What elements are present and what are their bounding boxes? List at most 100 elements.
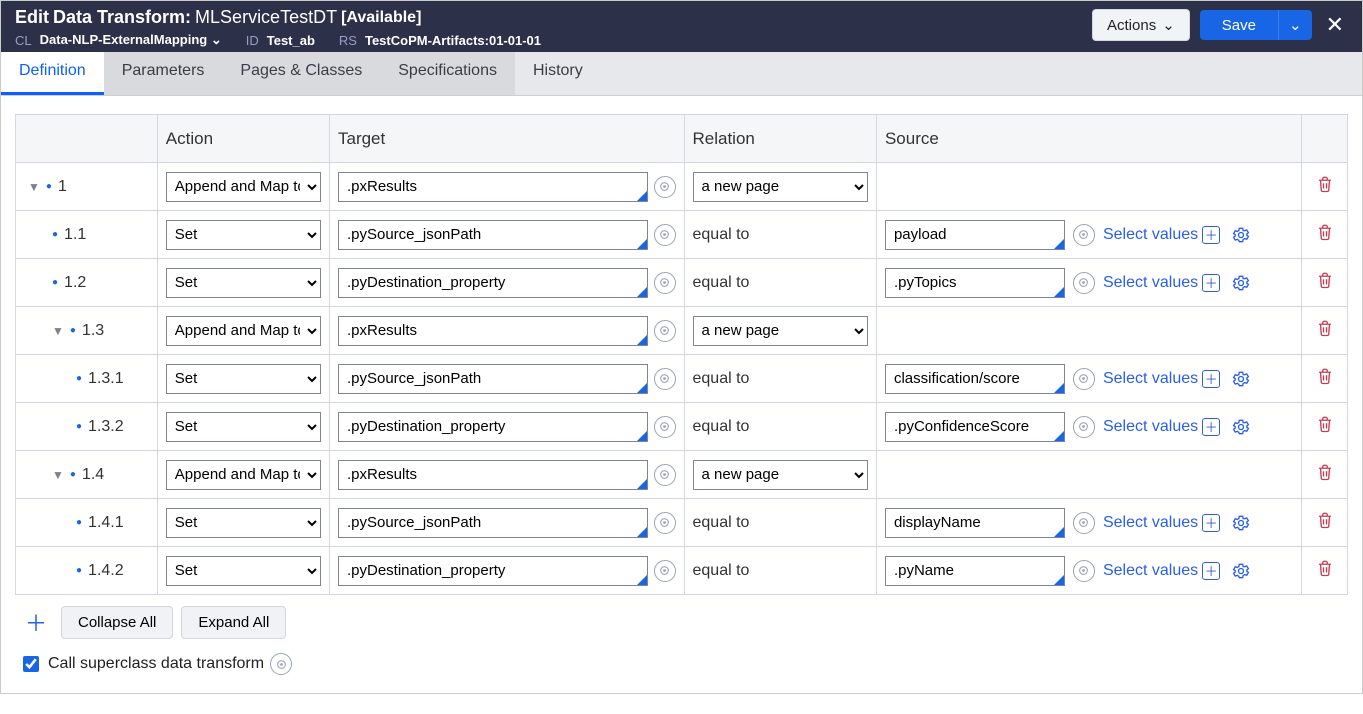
- trash-icon[interactable]: [1316, 466, 1334, 485]
- source-input[interactable]: [892, 509, 1058, 537]
- step-row: ●1.1Append and Map toSetequal toSelect v…: [16, 211, 1348, 259]
- expand-all-button[interactable]: Expand All: [181, 606, 286, 639]
- gear-icon[interactable]: [1228, 222, 1254, 248]
- step-row: ●1.4.2Append and Map toSetequal toSelect…: [16, 547, 1348, 595]
- action-select[interactable]: Append and Map toSet: [166, 508, 321, 538]
- rs-value: TestCoPM-Artifacts:01-01-01: [365, 33, 541, 48]
- relation-text: equal to: [693, 562, 750, 579]
- relation-text: equal to: [693, 226, 750, 243]
- collapse-all-button[interactable]: Collapse All: [61, 606, 173, 639]
- target-icon[interactable]: [654, 176, 676, 198]
- tab-pages-classes[interactable]: Pages & Classes: [222, 52, 380, 95]
- tab-history[interactable]: History: [515, 52, 601, 95]
- target-icon[interactable]: [654, 224, 676, 246]
- target-input[interactable]: [345, 221, 641, 249]
- add-step-button[interactable]: ＋: [19, 605, 53, 639]
- source-input[interactable]: [892, 221, 1058, 249]
- action-select[interactable]: Append and Map toSet: [166, 412, 321, 442]
- trash-icon[interactable]: [1316, 274, 1334, 293]
- target-icon[interactable]: [654, 368, 676, 390]
- actions-button[interactable]: Actions ⌄: [1092, 9, 1190, 41]
- target-icon[interactable]: [1073, 416, 1095, 438]
- target-icon[interactable]: [1073, 224, 1095, 246]
- select-values-link[interactable]: Select values ＋: [1103, 418, 1220, 436]
- target-input-wrap: [338, 172, 648, 202]
- target-icon[interactable]: [654, 560, 676, 582]
- action-select[interactable]: Append and Map toSet: [166, 364, 321, 394]
- select-values-link[interactable]: Select values ＋: [1103, 274, 1220, 292]
- step-number: 1.4.1: [88, 514, 124, 532]
- close-icon[interactable]: ✕: [1322, 12, 1348, 38]
- source-input[interactable]: [892, 557, 1058, 585]
- tab-specifications[interactable]: Specifications: [380, 52, 515, 95]
- gear-icon[interactable]: [1228, 414, 1254, 440]
- action-select[interactable]: Append and Map toSet: [166, 316, 321, 346]
- save-button[interactable]: Save: [1200, 10, 1278, 40]
- target-icon[interactable]: [654, 416, 676, 438]
- target-input[interactable]: [345, 557, 641, 585]
- plus-icon: ＋: [1202, 418, 1220, 436]
- bullet-icon: ●: [76, 421, 82, 432]
- action-select[interactable]: Append and Map toSet: [166, 460, 321, 490]
- action-select[interactable]: Append and Map toSet: [166, 220, 321, 250]
- target-icon[interactable]: [1073, 560, 1095, 582]
- target-icon[interactable]: [270, 653, 292, 675]
- step-number: 1.4.2: [88, 562, 124, 580]
- target-icon[interactable]: [1073, 272, 1095, 294]
- gear-icon[interactable]: [1228, 558, 1254, 584]
- trash-icon[interactable]: [1316, 178, 1334, 197]
- source-input-wrap: [885, 364, 1065, 394]
- target-input[interactable]: [345, 509, 641, 537]
- rule-type-label: Data Transform:: [53, 7, 191, 28]
- tab-definition[interactable]: Definition: [1, 52, 104, 95]
- relation-select[interactable]: a new page: [693, 460, 868, 490]
- source-input[interactable]: [892, 365, 1058, 393]
- rs-label: RS: [339, 33, 357, 48]
- step-number: 1.1: [64, 226, 86, 244]
- rule-meta: CL Data-NLP-ExternalMapping ⌄ ID Test_ab…: [15, 32, 541, 48]
- select-values-link[interactable]: Select values ＋: [1103, 514, 1220, 532]
- trash-icon[interactable]: [1316, 226, 1334, 245]
- plus-icon: ＋: [1202, 514, 1220, 532]
- target-input[interactable]: [345, 461, 641, 489]
- select-values-link[interactable]: Select values ＋: [1103, 370, 1220, 388]
- gear-icon[interactable]: [1228, 366, 1254, 392]
- target-input[interactable]: [345, 173, 641, 201]
- target-input[interactable]: [345, 269, 641, 297]
- trash-icon[interactable]: [1316, 370, 1334, 389]
- relation-select[interactable]: a new page: [693, 172, 868, 202]
- action-select[interactable]: Append and Map toSet: [166, 172, 321, 202]
- caret-down-icon[interactable]: ▼: [52, 324, 64, 338]
- gear-icon[interactable]: [1228, 510, 1254, 536]
- target-icon[interactable]: [654, 512, 676, 534]
- source-input[interactable]: [892, 269, 1058, 297]
- trash-icon[interactable]: [1316, 514, 1334, 533]
- caret-down-icon[interactable]: ▼: [52, 468, 64, 482]
- source-input[interactable]: [892, 413, 1058, 441]
- target-input[interactable]: [345, 317, 641, 345]
- target-icon[interactable]: [654, 464, 676, 486]
- call-superclass-checkbox[interactable]: [23, 656, 39, 672]
- select-values-link[interactable]: Select values ＋: [1103, 562, 1220, 580]
- trash-icon[interactable]: [1316, 418, 1334, 437]
- relation-select[interactable]: a new page: [693, 316, 868, 346]
- step-row: ▼●1.4Append and Map toSeta new page: [16, 451, 1348, 499]
- class-picker[interactable]: Data-NLP-ExternalMapping ⌄: [40, 32, 222, 48]
- target-input[interactable]: [345, 413, 641, 441]
- target-icon[interactable]: [654, 272, 676, 294]
- gear-icon[interactable]: [1228, 270, 1254, 296]
- action-select[interactable]: Append and Map toSet: [166, 268, 321, 298]
- action-select[interactable]: Append and Map toSet: [166, 556, 321, 586]
- steps-table: Action Target Relation Source ▼●1Append …: [15, 114, 1348, 595]
- target-icon[interactable]: [1073, 368, 1095, 390]
- tab-parameters[interactable]: Parameters: [104, 52, 223, 95]
- trash-icon[interactable]: [1316, 322, 1334, 341]
- caret-down-icon[interactable]: ▼: [28, 180, 40, 194]
- target-input[interactable]: [345, 365, 641, 393]
- target-icon[interactable]: [1073, 512, 1095, 534]
- target-icon[interactable]: [654, 320, 676, 342]
- bullet-icon: ●: [70, 469, 76, 480]
- trash-icon[interactable]: [1316, 562, 1334, 581]
- select-values-link[interactable]: Select values ＋: [1103, 226, 1220, 244]
- save-dropdown-button[interactable]: ⌄: [1278, 10, 1312, 40]
